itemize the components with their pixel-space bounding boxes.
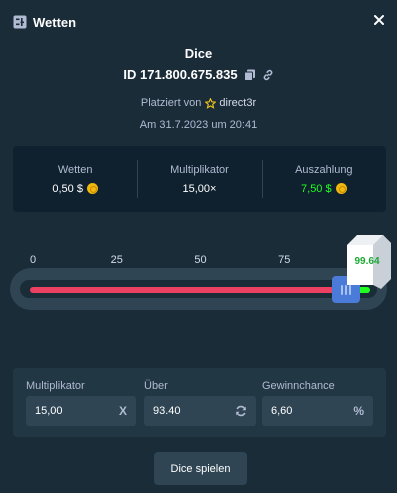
link-icon[interactable] [262,69,274,81]
slider-tick-label: 50 [194,254,207,266]
bet-id: ID 171.800.675.835 [123,67,238,82]
multiplier-suffix: X [118,404,127,418]
slider-lose-range [30,287,346,293]
coin-icon [335,183,347,194]
win-chance-value: 6,60 [271,405,293,417]
stats-panel: Wetten 0,50 $ Multiplikator 15,00× Ausza… [13,146,386,212]
placed-by-row: Platziert von direct3r [0,97,397,109]
game-name: Dice [184,46,213,61]
win-chance-input[interactable]: 6,60 % [262,396,373,426]
slider-ticks: 0 25 50 75 [0,254,397,268]
stat-payout-label: Auszahlung [295,163,353,176]
stat-payout-value: 7,50 $ [301,182,332,195]
multiplier-value: 15,00 [35,405,63,417]
refresh-icon[interactable] [235,405,247,417]
win-chance-suffix: % [353,404,364,418]
multiplier-input[interactable]: 15,00 X [26,396,136,426]
stat-bet: Wetten 0,50 $ [13,146,137,212]
multiplier-label: Multiplikator [26,380,85,392]
placed-by-label: Platziert von [140,97,202,109]
close-icon[interactable] [372,13,386,27]
bet-id-row: ID 171.800.675.835 [0,67,397,82]
star-icon [205,97,217,109]
over-value: 93.40 [153,405,181,417]
copy-icon[interactable] [243,69,256,81]
stat-payout: Auszahlung 7,50 $ [261,146,386,212]
stat-bet-label: Wetten [57,163,93,176]
stat-bet-value-row: 0,50 $ [52,183,98,195]
slider-tick-label: 0 [29,254,37,266]
username-link[interactable]: direct3r [219,97,256,109]
bet-date: Am 31.7.2023 um 20:41 [139,119,258,131]
slider-tick-label: 25 [110,254,123,266]
stat-multiplier: Multiplikator 15,00× [137,146,261,212]
win-chance-label: Gewinnchance [262,380,335,392]
over-input[interactable]: 93.40 [144,396,256,426]
stat-payout-value-row: 7,50 $ [301,183,347,195]
result-dice: 99.64 [343,233,391,293]
modal-header: Wetten [0,0,397,44]
bet-controls: Multiplikator 15,00 X Über 93.40 Gewinnc… [13,368,386,437]
ticket-icon [13,15,27,29]
stat-multiplier-label: Multiplikator [170,163,229,176]
stat-multiplier-value: 15,00× [182,182,217,195]
stat-bet-value: 0,50 $ [52,182,83,195]
result-value: 99.64 [354,256,380,267]
slider-tick-label: 75 [278,254,291,266]
play-dice-button[interactable]: Dice spielen [154,452,247,485]
modal-title: Wetten [33,14,77,30]
coin-icon [86,183,98,194]
over-label: Über [144,380,168,392]
